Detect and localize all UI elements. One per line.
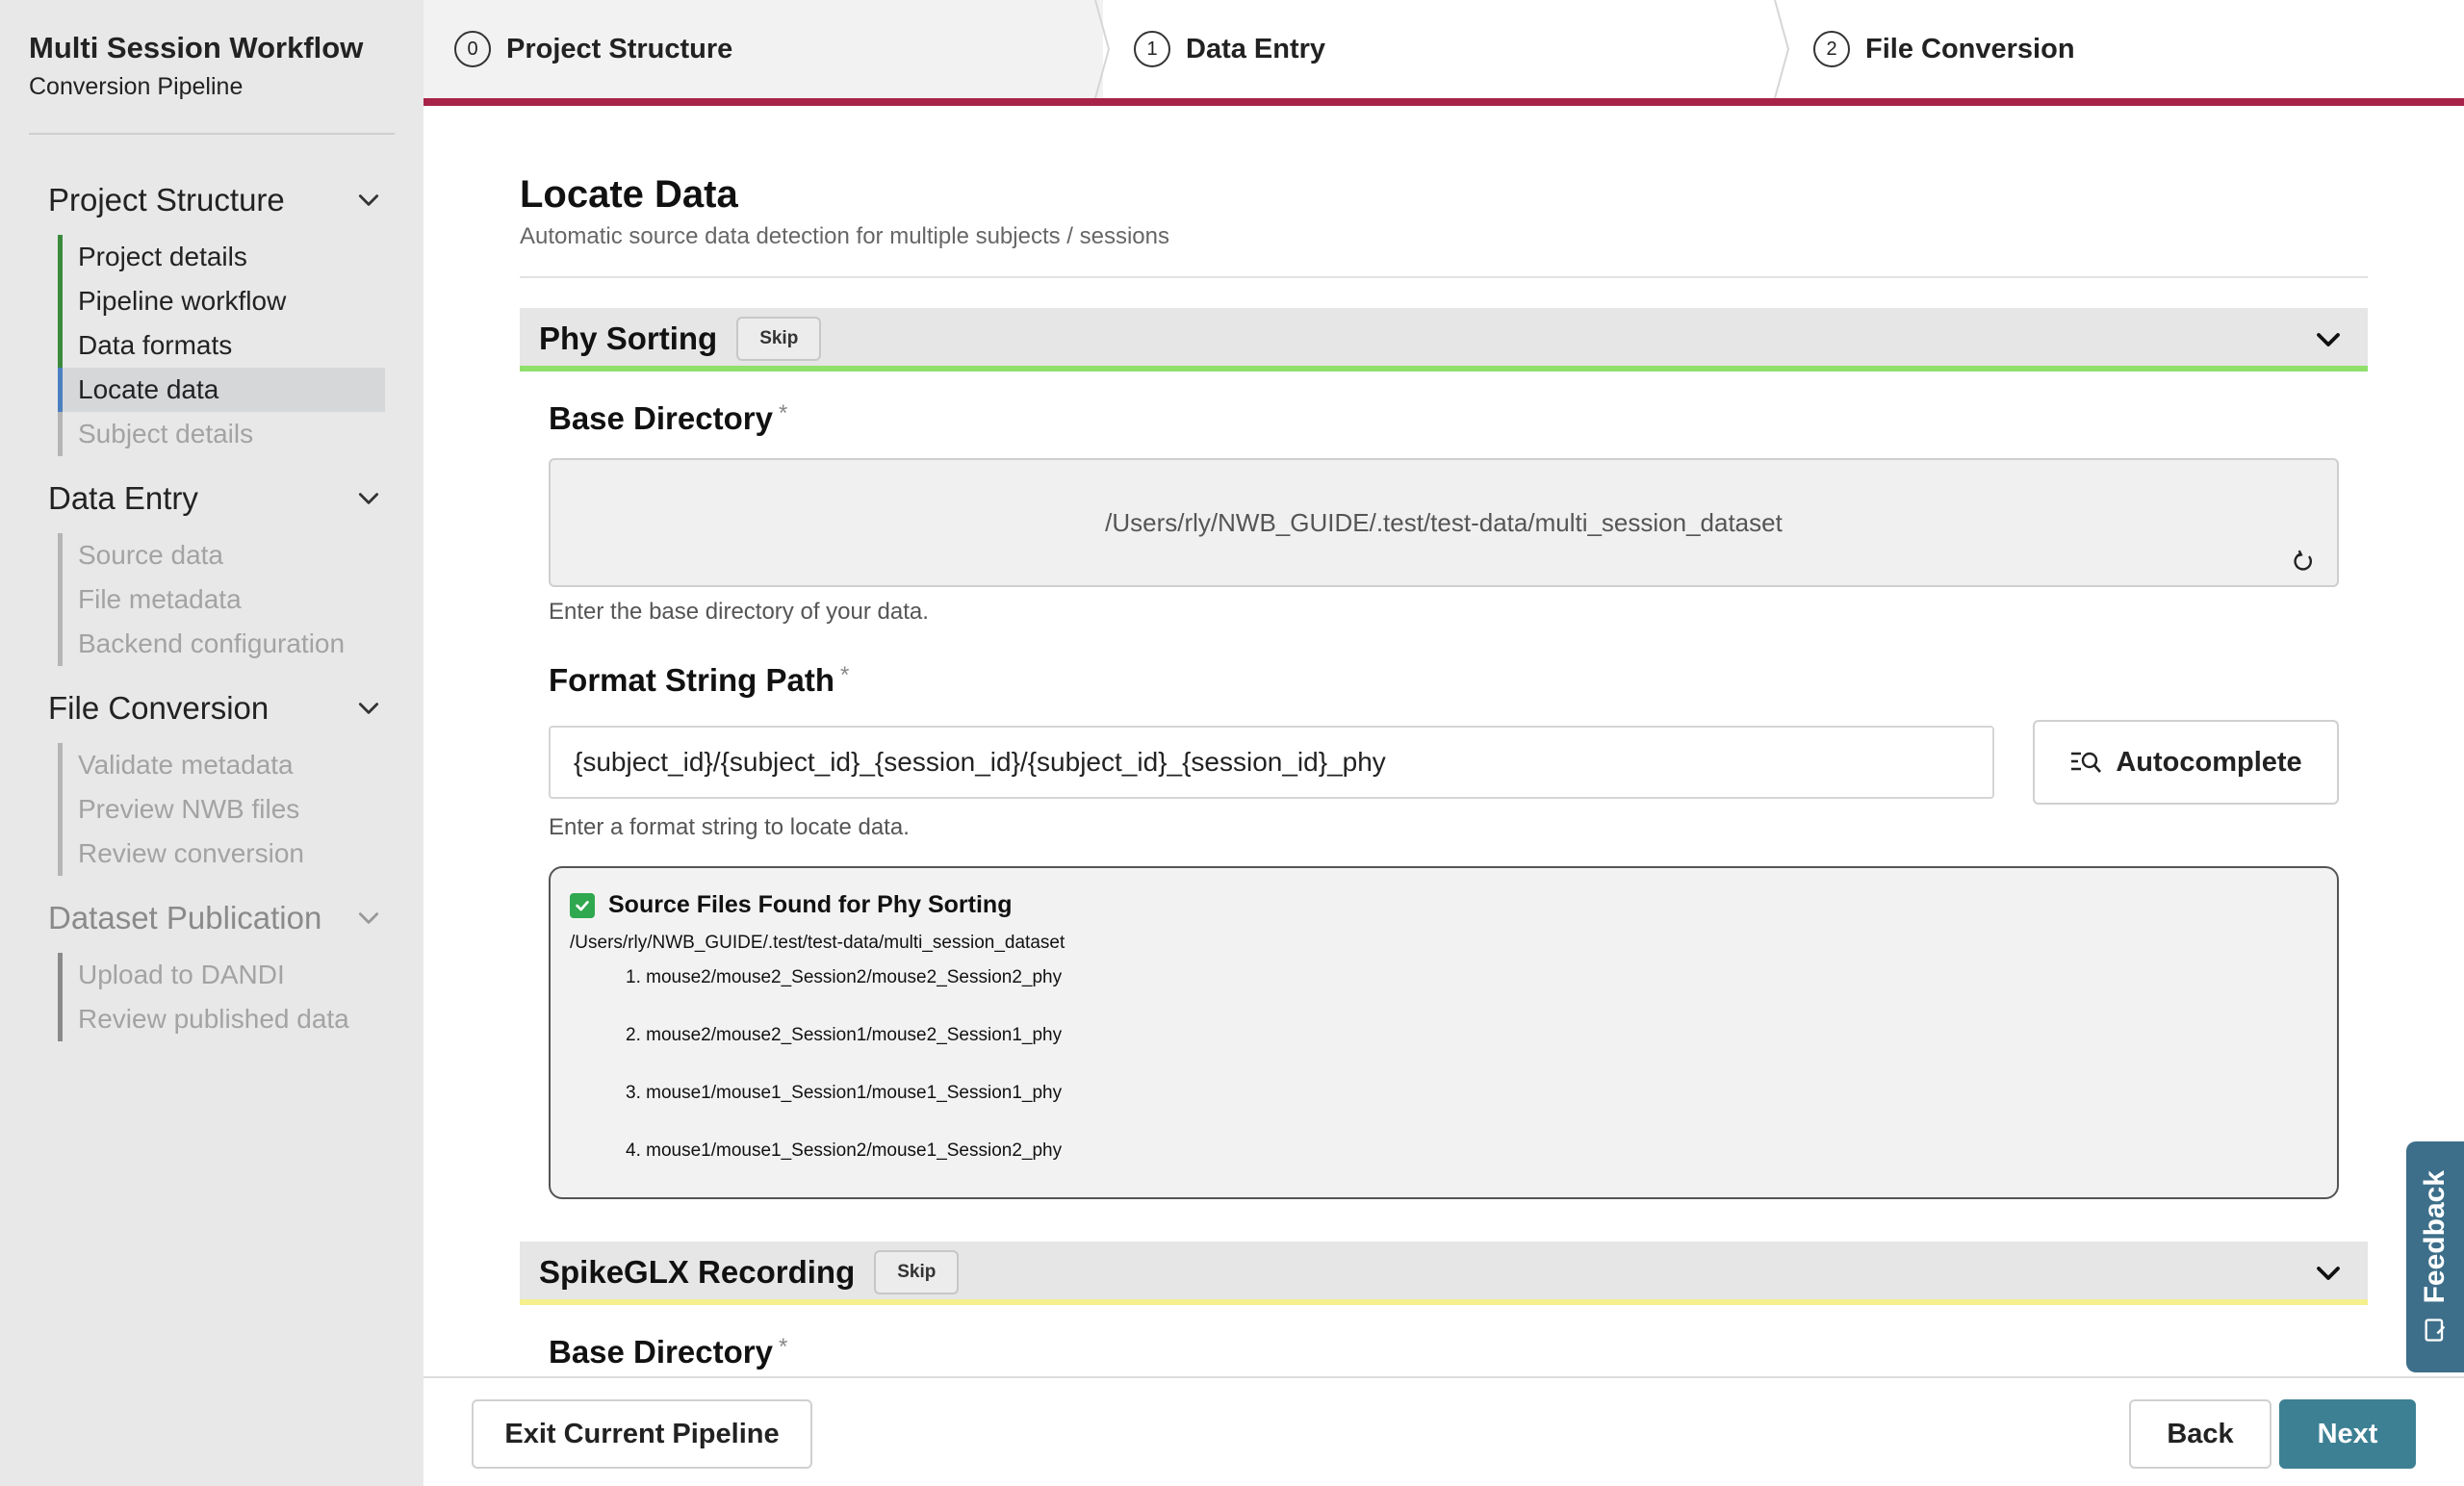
- step-number: 2: [1813, 31, 1850, 67]
- nav-heading-dataset-publication[interactable]: Dataset Publication: [48, 891, 385, 945]
- nav-items: Source data File metadata Backend config…: [58, 533, 385, 666]
- accordion-title: Phy Sorting: [539, 320, 718, 356]
- label-text: Format String Path: [549, 662, 835, 698]
- step-number: 1: [1134, 31, 1170, 67]
- nav-item-locate-data[interactable]: Locate data: [58, 368, 385, 412]
- chevron-down-icon: [352, 184, 385, 217]
- nav-item-project-details[interactable]: Project details: [58, 235, 385, 279]
- base-directory-label: Base Directory *: [549, 1334, 787, 1371]
- sidebar: Multi Session Workflow Conversion Pipeli…: [0, 0, 424, 1486]
- step-number: 0: [454, 31, 491, 67]
- step-divider: [1094, 0, 1111, 98]
- skip-button[interactable]: Skip: [736, 317, 822, 361]
- stepper-accent-bar: [424, 98, 2464, 106]
- nav-item-review-conversion[interactable]: Review conversion: [58, 832, 385, 876]
- label-text: Base Directory: [549, 400, 773, 436]
- page-title: Locate Data: [520, 173, 738, 216]
- accordion-status-bar: [520, 1299, 2368, 1305]
- page-subtitle: Automatic source data detection for mult…: [520, 223, 1169, 249]
- nav-items: Validate metadata Preview NWB files Revi…: [58, 743, 385, 876]
- format-string-input[interactable]: [549, 726, 1994, 799]
- nav-section-data-entry: Data Entry Source data File metadata Bac…: [48, 472, 385, 666]
- found-header: Source Files Found for Phy Sorting: [570, 891, 2318, 919]
- divider: [520, 276, 2368, 278]
- nav-item-validate-metadata[interactable]: Validate metadata: [58, 743, 385, 787]
- nav-section-file-conversion: File Conversion Validate metadata Previe…: [48, 681, 385, 876]
- accordion-header-spikeglx-recording[interactable]: SpikeGLX Recording Skip: [520, 1242, 2368, 1303]
- list-item: 4. mouse1/mouse1_Session2/mouse1_Session…: [626, 1140, 1063, 1161]
- chevron-down-icon[interactable]: [2314, 325, 2343, 354]
- feedback-label: Feedback: [2419, 1169, 2451, 1304]
- step-label: File Conversion: [1865, 33, 2075, 64]
- label-text: Base Directory: [549, 1334, 773, 1370]
- nav-heading-label: Dataset Publication: [48, 900, 322, 935]
- step-project-structure[interactable]: 0 Project Structure: [424, 0, 1103, 98]
- found-file-list: 1. mouse2/mouse2_Session2/mouse2_Session…: [570, 963, 2318, 1194]
- nav-item-subject-details[interactable]: Subject details: [58, 412, 385, 456]
- format-string-help: Enter a format string to locate data.: [549, 814, 910, 840]
- required-marker: *: [778, 400, 788, 426]
- required-marker: *: [778, 1334, 788, 1360]
- chevron-down-icon: [352, 692, 385, 725]
- nav-item-backend-configuration[interactable]: Backend configuration: [58, 622, 385, 666]
- chevron-down-icon[interactable]: [2314, 1259, 2343, 1288]
- step-data-entry[interactable]: 1 Data Entry: [1103, 0, 1783, 98]
- source-files-found-panel: Source Files Found for Phy Sorting /User…: [549, 866, 2339, 1199]
- reset-icon[interactable]: [2291, 549, 2316, 574]
- format-string-label: Format String Path *: [549, 662, 849, 699]
- list-item: 2. mouse2/mouse2_Session1/mouse2_Session…: [626, 1025, 1063, 1045]
- step-file-conversion[interactable]: 2 File Conversion: [1783, 0, 2464, 98]
- nav-heading-file-conversion[interactable]: File Conversion: [48, 681, 385, 735]
- nav-heading-data-entry[interactable]: Data Entry: [48, 472, 385, 525]
- base-directory-value: /Users/rly/NWB_GUIDE/.test/test-data/mul…: [1105, 507, 1783, 537]
- found-root-path: /Users/rly/NWB_GUIDE/.test/test-data/mul…: [570, 933, 1065, 953]
- accordion-header-phy-sorting[interactable]: Phy Sorting Skip: [520, 308, 2368, 370]
- nav-item-upload-to-dandi[interactable]: Upload to DANDI: [58, 953, 385, 997]
- autocomplete-label: Autocomplete: [2116, 746, 2302, 778]
- nav-item-pipeline-workflow[interactable]: Pipeline workflow: [58, 279, 385, 323]
- skip-button[interactable]: Skip: [874, 1250, 960, 1294]
- chevron-down-icon: [352, 482, 385, 515]
- step-label: Data Entry: [1186, 33, 1326, 64]
- nav-item-file-metadata[interactable]: File metadata: [58, 577, 385, 622]
- list-item: 1. mouse2/mouse2_Session2/mouse2_Session…: [626, 967, 1063, 987]
- main-content: Locate Data Automatic source data detect…: [424, 106, 2464, 1376]
- footer: Exit Current Pipeline Back Next: [424, 1376, 2464, 1486]
- nav-section-project-structure: Project Structure Project details Pipeli…: [48, 173, 385, 456]
- nav-heading-label: File Conversion: [48, 690, 270, 726]
- base-directory-help: Enter the base directory of your data.: [549, 599, 929, 625]
- progress-stepper: 0 Project Structure 1 Data Entry 2 File …: [424, 0, 2464, 98]
- nav-item-preview-nwb-files[interactable]: Preview NWB files: [58, 787, 385, 832]
- next-button[interactable]: Next: [2279, 1399, 2416, 1469]
- step-divider: [1774, 0, 1790, 98]
- base-directory-dropzone[interactable]: /Users/rly/NWB_GUIDE/.test/test-data/mul…: [549, 458, 2339, 587]
- search-list-icon: [2071, 752, 2102, 773]
- base-directory-label: Base Directory *: [549, 400, 787, 437]
- feedback-tab[interactable]: Feedback: [2406, 1141, 2464, 1372]
- exit-pipeline-button[interactable]: Exit Current Pipeline: [472, 1399, 812, 1469]
- accordion-status-bar: [520, 366, 2368, 372]
- nav-heading-label: Data Entry: [48, 480, 198, 516]
- app-header: Multi Session Workflow Conversion Pipeli…: [29, 27, 395, 135]
- nav-item-review-published-data[interactable]: Review published data: [58, 997, 385, 1041]
- check-icon: [570, 892, 595, 918]
- step-label: Project Structure: [506, 33, 733, 64]
- list-item: 3. mouse1/mouse1_Session1/mouse1_Session…: [626, 1083, 1063, 1103]
- nav-items: Project details Pipeline workflow Data f…: [58, 235, 385, 456]
- nav-section-dataset-publication: Dataset Publication Upload to DANDI Revi…: [48, 891, 385, 1041]
- nav-item-data-formats[interactable]: Data formats: [58, 323, 385, 368]
- back-button[interactable]: Back: [2129, 1399, 2272, 1469]
- accordion-title: SpikeGLX Recording: [539, 1254, 856, 1290]
- feedback-icon: [2425, 1319, 2446, 1342]
- app-subtitle: Conversion Pipeline: [29, 73, 244, 100]
- nav-items: Upload to DANDI Review published data: [58, 953, 385, 1041]
- autocomplete-button[interactable]: Autocomplete: [2033, 720, 2339, 805]
- app-title: Multi Session Workflow: [29, 31, 364, 64]
- nav-heading-project-structure[interactable]: Project Structure: [48, 173, 385, 227]
- found-title: Source Files Found for Phy Sorting: [608, 891, 1013, 918]
- required-marker: *: [840, 662, 850, 688]
- nav-heading-label: Project Structure: [48, 182, 285, 218]
- nav-item-source-data[interactable]: Source data: [58, 533, 385, 577]
- chevron-down-icon: [352, 902, 385, 935]
